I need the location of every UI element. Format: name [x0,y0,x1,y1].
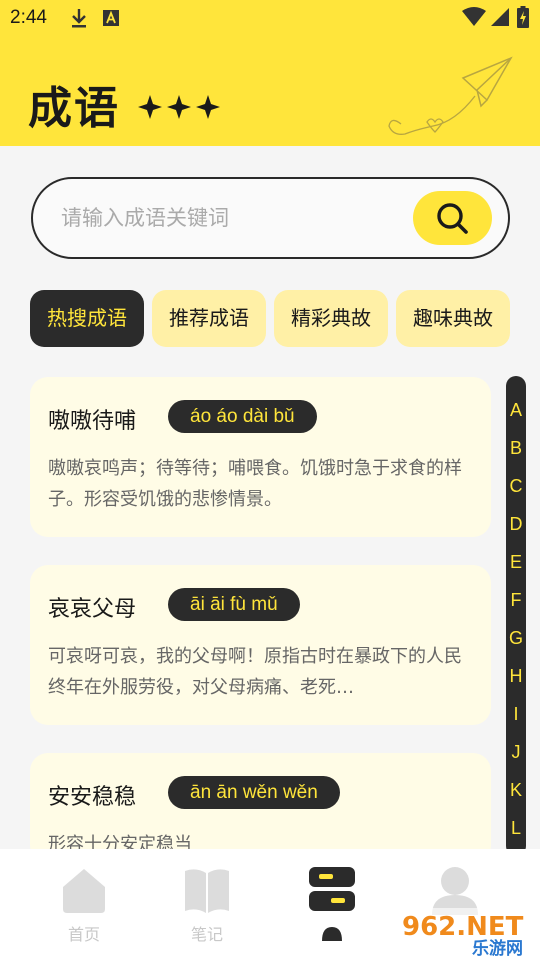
idiom-card[interactable]: 安安稳稳 ān ān wěn wěn 形容十分安定稳当 [30,753,491,863]
search-button[interactable] [413,191,492,245]
idiom-word: 安安稳稳 [48,785,137,810]
download-icon [72,9,86,28]
idiom-word: 嗷嗷待哺 [48,409,137,434]
tab-recommended-idioms[interactable]: 推荐成语 [152,290,266,347]
battery-icon [517,6,529,28]
wifi-icon [462,7,486,26]
alphabet-letter[interactable]: A [506,400,526,421]
alphabet-letter[interactable]: I [506,704,526,725]
idiom-card[interactable]: 嗷嗷待哺 áo áo dài bǔ 嗷嗷哀鸣声；待等待；哺喂食。饥饿时急于求食的… [30,377,491,537]
idiom-pinyin: āi āi fù mǔ [168,588,300,621]
stars-icon [138,95,220,119]
alphabet-letter[interactable]: H [506,666,526,687]
alphabet-letter[interactable]: K [506,780,526,801]
site-watermark-logo: 962.NET 乐游网 [398,908,536,958]
alphabet-letter[interactable]: C [506,476,526,497]
alphabet-letter[interactable]: B [506,438,526,459]
search-bar [31,177,510,259]
search-input[interactable] [61,197,401,239]
app-header: 2:44 成语 [0,0,540,146]
nav-home[interactable]: 首页 [39,849,129,960]
alphabet-index[interactable]: A B C D E F G H I J K L [506,376,526,856]
nav-label: 笔记 [190,925,223,944]
idiom-pinyin: áo áo dài bǔ [168,400,317,433]
alphabet-letter[interactable]: J [506,742,526,763]
alphabet-letter[interactable]: E [506,552,526,573]
app-notification-icon [103,10,119,26]
nav-idiom-list[interactable] [287,849,377,960]
nav-label: 首页 [67,925,100,944]
status-time: 2:44 [10,7,47,28]
book-icon [185,869,229,913]
alphabet-letter[interactable]: L [506,818,526,839]
watermark-top: 962.NET [402,912,524,942]
paper-plane-icon [388,56,513,135]
watermark-bottom: 乐游网 [472,938,523,958]
idiom-description: 嗷嗷哀鸣声；待等待；哺喂食。饥饿时急于求食的样子。形容受饥饿的悲惨情景。 [48,458,462,510]
alphabet-letter[interactable]: G [506,628,526,649]
signal-icon [491,8,509,26]
list-icon [309,867,355,941]
nav-notes[interactable]: 笔记 [162,849,252,960]
idiom-description: 可哀呀可哀，我的父母啊！原指古时在暴政下的人民终年在外服劳役，对父母病痛、老死… [48,646,462,698]
home-icon [63,869,105,913]
idiom-pinyin: ān ān wěn wěn [168,776,340,809]
tab-hot-idioms[interactable]: 热搜成语 [30,290,144,347]
idiom-card[interactable]: 哀哀父母 āi āi fù mǔ 可哀呀可哀，我的父母啊！原指古时在暴政下的人民… [30,565,491,725]
page-title: 成语 [28,83,120,134]
tab-fun-stories[interactable]: 趣味典故 [396,290,510,347]
idiom-word: 哀哀父母 [48,597,137,622]
tab-wonderful-stories[interactable]: 精彩典故 [274,290,388,347]
alphabet-letter[interactable]: D [506,514,526,535]
status-bar: 2:44 [0,0,540,36]
search-icon [437,203,468,234]
alphabet-letter[interactable]: F [506,590,526,611]
